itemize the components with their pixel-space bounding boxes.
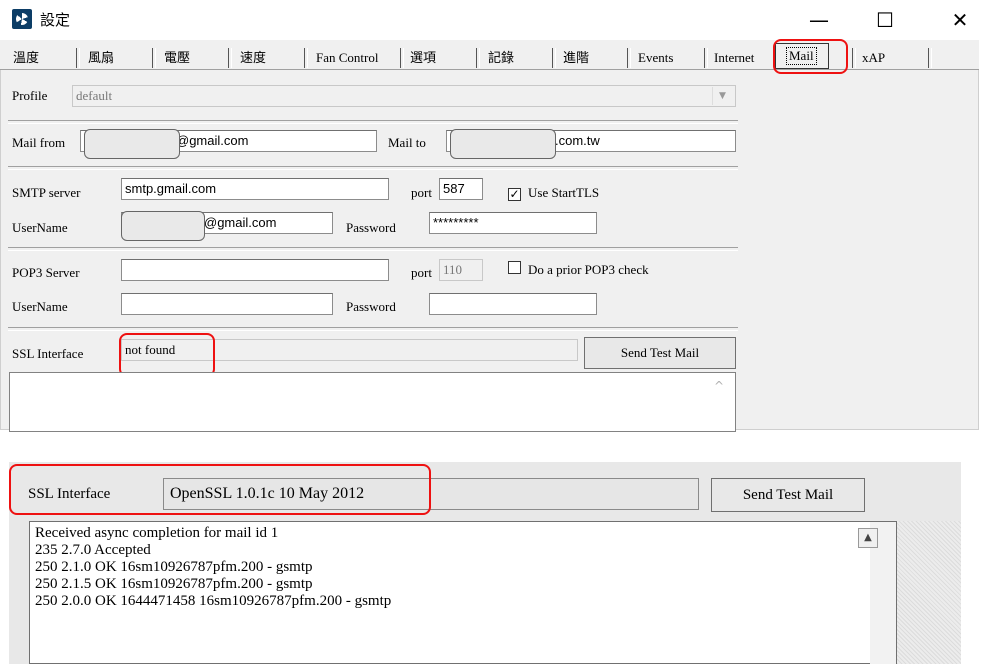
send-test-mail-button-detail[interactable]: Send Test Mail	[711, 478, 865, 512]
pop3-server-label: POP3 Server	[12, 265, 80, 280]
tab-advanced[interactable]: 進階	[559, 47, 589, 69]
tab-events[interactable]: Events	[634, 47, 673, 69]
send-test-mail-button[interactable]: Send Test Mail	[584, 337, 736, 369]
pop3-username-field[interactable]	[121, 293, 333, 315]
mail-to-label: Mail to	[388, 135, 426, 150]
log-line: 235 2.7.0 Accepted	[35, 542, 151, 558]
tab-speed[interactable]: 速度	[236, 47, 266, 69]
highlight-ssl-not-found	[119, 333, 215, 377]
tab-fan-control[interactable]: Fan Control	[312, 47, 378, 69]
log-line: Received async completion for mail id 1	[35, 525, 279, 541]
window-background-hatch	[897, 521, 961, 664]
log-line: 250 2.1.5 OK 16sm10926787pfm.200 - gsmtp	[35, 576, 313, 592]
minimize-button[interactable]: —	[796, 6, 842, 34]
tab-internet[interactable]: Internet	[710, 47, 754, 69]
scroll-up-arrow-icon[interactable]: ▲	[858, 528, 878, 548]
chevron-down-icon[interactable]: ▼	[712, 87, 732, 105]
pop3-username-label: UserName	[12, 299, 68, 314]
highlight-openssl-version	[9, 464, 431, 515]
tab-options[interactable]: 選項	[406, 47, 436, 69]
redacted-mark	[84, 129, 180, 159]
tab-log[interactable]: 記錄	[484, 47, 514, 69]
tab-voltage[interactable]: 電壓	[160, 47, 190, 69]
smtp-password-label: Password	[346, 220, 396, 235]
starttls-label: Use StartTLS	[528, 185, 600, 200]
profile-value: default	[76, 88, 113, 103]
app-fan-icon	[12, 9, 32, 29]
pop3-server-field[interactable]	[121, 259, 389, 281]
starttls-checkbox[interactable]: ✓	[508, 188, 521, 201]
scroll-up-icon[interactable]: ^	[714, 379, 724, 393]
pop3-check-checkbox[interactable]	[508, 261, 521, 274]
highlight-mail-tab	[773, 39, 848, 74]
redacted-mark	[121, 211, 205, 241]
pop3-password-label: Password	[346, 299, 396, 314]
log-scrollbar[interactable]: ^	[706, 373, 734, 430]
redacted-mark	[450, 129, 556, 159]
mail-from-label: Mail from	[12, 135, 66, 150]
close-button[interactable]: ✕	[937, 6, 983, 34]
tab-xap[interactable]: xAP	[858, 47, 885, 69]
mail-log-output[interactable]: Received async completion for mail id 1 …	[29, 521, 897, 664]
log-line: 250 2.1.0 OK 16sm10926787pfm.200 - gsmtp	[35, 559, 313, 575]
smtp-port-field[interactable]: 587	[439, 178, 483, 200]
profile-label: Profile	[12, 88, 48, 103]
smtp-port-label: port	[411, 185, 432, 200]
tab-temperature[interactable]: 溫度	[9, 47, 39, 69]
pop3-port-label: port	[411, 265, 432, 280]
mail-log-textarea[interactable]	[9, 372, 736, 432]
pop3-check-label: Do a prior POP3 check	[528, 262, 649, 277]
smtp-username-label: UserName	[12, 220, 68, 235]
pop3-password-field[interactable]	[429, 293, 597, 315]
ssl-interface-label: SSL Interface	[12, 346, 84, 361]
pop3-port-field[interactable]: 110	[439, 259, 483, 281]
maximize-button[interactable]: ☐	[862, 6, 908, 34]
tab-fan[interactable]: 風扇	[84, 47, 114, 69]
smtp-password-field[interactable]: *********	[429, 212, 597, 234]
smtp-server-label: SMTP server	[12, 185, 81, 200]
smtp-server-field[interactable]: smtp.gmail.com	[121, 178, 389, 200]
log-line: 250 2.0.0 OK 1644471458 16sm10926787pfm.…	[35, 593, 392, 609]
profile-select[interactable]: default	[72, 85, 736, 107]
window-title: 設定	[40, 11, 71, 29]
